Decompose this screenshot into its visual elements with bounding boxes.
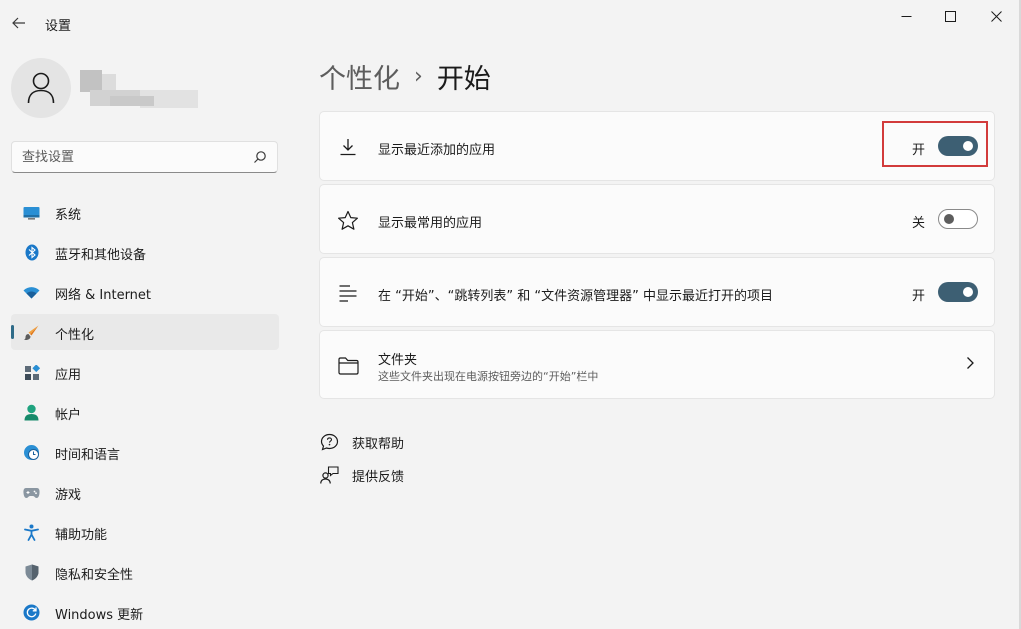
highlight-annotation [882,121,988,167]
sidebar-item-gaming[interactable]: 游戏 [11,474,279,510]
breadcrumb-separator: › [414,63,423,89]
sidebar-item-label: 应用 [55,368,82,383]
back-button[interactable] [8,12,30,34]
sidebar-item-label: 帐户 [55,408,82,423]
setting-label: 在 “开始”、“跳转列表” 和 “文件资源管理器” 中显示最近打开的项目 [378,289,773,304]
sidebar-item-personalization[interactable]: 个性化 [11,314,279,350]
sidebar-item-label: 辅助功能 [55,528,108,543]
feedback-icon [319,465,339,485]
help-chat-icon [319,432,339,452]
user-icon [27,72,55,104]
toggle-switch[interactable] [938,209,978,229]
star-icon [337,209,359,231]
sidebar-item-time-language[interactable]: 时间和语言 [11,434,279,470]
sidebar-item-accounts[interactable]: 帐户 [11,394,279,430]
sidebar-item-bluetooth[interactable]: 蓝牙和其他设备 [11,234,279,270]
account-icon [23,404,40,421]
sidebar-item-label: 时间和语言 [55,448,121,463]
app-title: 设置 [45,19,72,34]
brush-icon [23,324,40,341]
settings-window: 设置 系统 [0,0,1021,629]
search-input[interactable] [22,148,242,166]
sidebar-item-label: 系统 [55,208,82,223]
page-title: 开始 [436,63,491,95]
sidebar-nav: 系统 蓝牙和其他设备 网络 & Internet 个性化 应用 帐户 时间和语言… [11,194,279,629]
sidebar-item-label: 个性化 [55,328,95,343]
sidebar-item-label: 蓝牙和其他设备 [55,248,147,263]
setting-sublabel: 这些文件夹出现在电源按钮旁边的“开始”栏中 [378,370,599,383]
monitor-icon [23,204,40,221]
setting-label: 文件夹 [378,353,418,368]
shield-icon [23,564,40,581]
account-name-blurred [80,68,200,110]
sidebar-item-label: Windows 更新 [55,608,144,623]
sidebar-item-windows-update[interactable]: Windows 更新 [11,594,279,629]
sidebar-item-privacy[interactable]: 隐私和安全性 [11,554,279,590]
toggle-state-text: 开 [912,289,926,304]
sidebar-item-label: 隐私和安全性 [55,568,134,583]
title-bar: 设置 [0,0,1021,44]
get-help-link[interactable]: 获取帮助 [319,431,404,453]
sidebar-item-label: 网络 & Internet [55,288,152,303]
search-box[interactable] [11,141,278,173]
download-icon [337,136,359,158]
update-icon [23,604,40,621]
list-icon [337,282,359,304]
toggle-knob [944,214,954,224]
avatar[interactable] [11,58,71,118]
globe-clock-icon [23,444,40,461]
maximize-icon [944,10,956,22]
get-help-label: 获取帮助 [352,436,405,452]
setting-label: 显示最常用的应用 [378,216,483,231]
arrow-left-icon [12,17,25,29]
toggle-knob [963,287,973,297]
minimize-icon [901,15,911,17]
setting-card-most-used: 显示最常用的应用 关 [319,184,995,254]
give-feedback-label: 提供反馈 [352,469,405,485]
breadcrumb: 个性化 › 开始 [319,56,491,96]
setting-card-folders[interactable]: 文件夹 这些文件夹出现在电源按钮旁边的“开始”栏中 [319,330,995,399]
setting-label: 显示最近添加的应用 [378,143,496,158]
give-feedback-link[interactable]: 提供反馈 [319,464,404,486]
close-button[interactable] [976,4,1016,28]
wifi-icon [23,284,40,301]
sidebar-item-label: 游戏 [55,488,82,503]
search-icon[interactable] [253,150,267,164]
accessibility-icon [23,524,40,541]
sidebar-item-accessibility[interactable]: 辅助功能 [11,514,279,550]
chevron-right-icon [967,357,974,369]
apps-icon [23,364,40,381]
breadcrumb-parent[interactable]: 个性化 [319,57,400,96]
close-icon [990,10,1002,22]
setting-card-recent-items: 在 “开始”、“跳转列表” 和 “文件资源管理器” 中显示最近打开的项目 开 [319,257,995,327]
folder-icon [337,355,359,377]
minimize-button[interactable] [886,4,926,28]
bluetooth-icon [23,244,40,261]
gamepad-icon [23,484,40,501]
sidebar-item-apps[interactable]: 应用 [11,354,279,390]
sidebar-item-network[interactable]: 网络 & Internet [11,274,279,310]
toggle-state-text: 关 [912,216,926,231]
toggle-switch[interactable] [938,282,978,302]
sidebar-item-system[interactable]: 系统 [11,194,279,230]
maximize-button[interactable] [930,4,970,28]
